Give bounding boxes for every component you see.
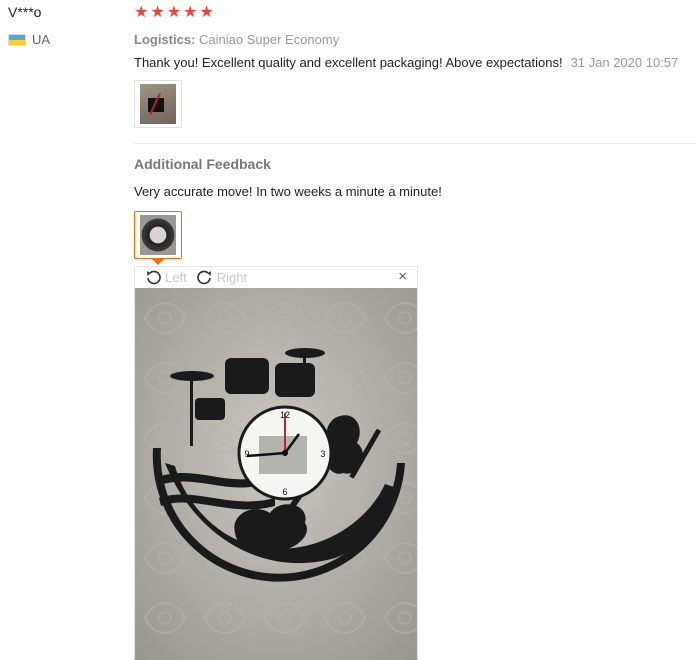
star-icon: ★ bbox=[166, 4, 182, 21]
close-viewer-button[interactable]: × bbox=[398, 268, 407, 285]
ukraine-flag-icon bbox=[8, 33, 26, 46]
country-code: UA bbox=[32, 32, 51, 47]
star-icon: ★ bbox=[183, 4, 198, 21]
star-icon: ★ bbox=[150, 4, 165, 21]
divider bbox=[134, 143, 696, 144]
review-date: 31 Jan 2020 10:57 bbox=[570, 55, 679, 70]
logistics-value: Cainiao Super Economy bbox=[199, 32, 340, 47]
feedback-block: ★ ★ ★ ★ ★ Logistics: Cainiao Super Econo… bbox=[134, 4, 694, 71]
rotate-left-button[interactable]: Left bbox=[145, 269, 187, 285]
svg-text:3: 3 bbox=[320, 449, 325, 459]
reviewer-name: V***o bbox=[8, 4, 42, 20]
rotate-right-icon bbox=[196, 270, 211, 285]
star-rating: ★ ★ ★ ★ ★ bbox=[134, 4, 694, 22]
enlarged-clock-photo: 12 3 6 9 bbox=[135, 288, 417, 660]
clock-mechanism-photo bbox=[140, 84, 176, 124]
clock-face: 12 3 6 9 bbox=[237, 405, 333, 501]
logistics-label: Logistics: bbox=[134, 32, 196, 47]
review-photo-thumbnail[interactable] bbox=[134, 80, 182, 128]
image-viewer: Left Right × 3 6 9 bbox=[134, 266, 418, 660]
reviewer-country: UA bbox=[8, 32, 50, 47]
clock-photo bbox=[140, 215, 176, 255]
rotate-right-button[interactable]: Right bbox=[196, 269, 248, 285]
wall-clock-photo: 12 3 6 9 bbox=[135, 288, 417, 660]
logistics-info: Logistics: Cainiao Super Economy bbox=[134, 32, 694, 47]
selected-caret-icon bbox=[152, 259, 164, 265]
star-icon: ★ bbox=[199, 4, 214, 21]
additional-feedback-title: Additional Feedback bbox=[134, 156, 271, 172]
additional-feedback-text: Very accurate move! In two weeks a minut… bbox=[134, 184, 442, 199]
svg-text:6: 6 bbox=[282, 487, 287, 497]
additional-photo-thumbnail[interactable] bbox=[134, 211, 182, 259]
svg-text:9: 9 bbox=[244, 449, 249, 459]
rotate-left-icon bbox=[147, 270, 161, 285]
rotate-right-label: Right bbox=[216, 269, 248, 285]
review-text: Thank you! Excellent quality and excelle… bbox=[134, 55, 563, 70]
review-text-row: Thank you! Excellent quality and excelle… bbox=[134, 55, 694, 70]
viewer-toolbar: Left Right × bbox=[135, 267, 417, 287]
reviewer-info: V***o UA bbox=[8, 4, 50, 47]
rotate-left-label: Left bbox=[165, 269, 187, 285]
star-icon: ★ bbox=[134, 4, 149, 21]
